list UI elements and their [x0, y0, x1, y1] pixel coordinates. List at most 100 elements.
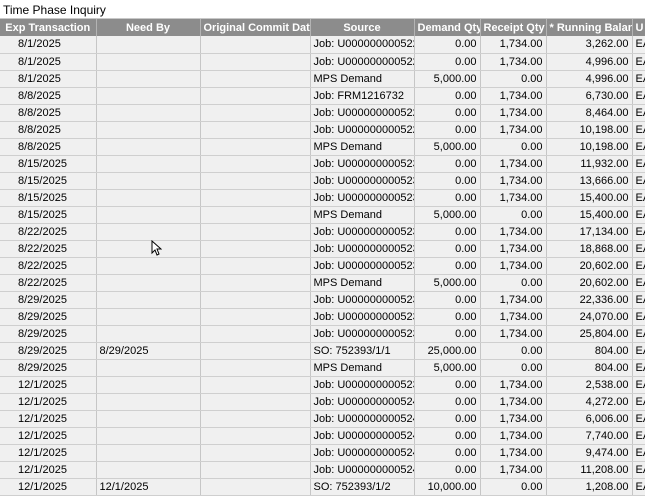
cell-need-by[interactable] [96, 410, 201, 428]
cell-original-commit-date[interactable] [200, 478, 311, 496]
cell-source[interactable]: Job: U0000000005231 [310, 172, 415, 190]
cell-demand-qty[interactable]: 5,000.00 [414, 359, 481, 377]
cell-exp-transaction[interactable]: 8/22/2025 [0, 257, 97, 275]
cell-uom[interactable]: EA [632, 138, 645, 156]
cell-need-by[interactable] [96, 444, 201, 462]
table-row[interactable]: 12/1/2025 Job: U0000000005243 0.00 1,734.00… [0, 444, 645, 462]
cell-original-commit-date[interactable] [200, 70, 311, 88]
cell-receipt-qty[interactable]: 1,734.00 [480, 461, 547, 479]
table-row[interactable]: 8/1/2025 Job: U0000000005226 0.00 1,734.00 3… [0, 36, 645, 54]
cell-original-commit-date[interactable] [200, 393, 311, 411]
cell-need-by[interactable]: 12/1/2025 [96, 478, 201, 496]
cell-demand-qty[interactable]: 0.00 [414, 53, 481, 71]
cell-need-by[interactable] [96, 155, 201, 173]
table-row[interactable]: 12/1/2025 Job: U0000000005240 0.00 1,734.00… [0, 393, 645, 411]
cell-source[interactable]: Job: U0000000005228 [310, 104, 415, 122]
cell-receipt-qty[interactable]: 1,734.00 [480, 87, 547, 105]
cell-need-by[interactable] [96, 257, 201, 275]
cell-uom[interactable]: EA [632, 291, 645, 309]
cell-source[interactable]: MPS Demand [310, 138, 415, 156]
cell-source[interactable]: Job: U0000000005237 [310, 308, 415, 326]
cell-running-balance[interactable]: 15,400.00 [546, 189, 633, 207]
cell-original-commit-date[interactable] [200, 121, 311, 139]
cell-demand-qty[interactable]: 0.00 [414, 155, 481, 173]
cell-original-commit-date[interactable] [200, 257, 311, 275]
cell-original-commit-date[interactable] [200, 308, 311, 326]
cell-receipt-qty[interactable]: 1,734.00 [480, 308, 547, 326]
cell-running-balance[interactable]: 9,474.00 [546, 444, 633, 462]
cell-need-by[interactable] [96, 393, 201, 411]
cell-exp-transaction[interactable]: 8/8/2025 [0, 87, 97, 105]
cell-exp-transaction[interactable]: 8/8/2025 [0, 138, 97, 156]
cell-need-by[interactable] [96, 461, 201, 479]
cell-exp-transaction[interactable]: 12/1/2025 [0, 427, 97, 445]
cell-running-balance[interactable]: 17,134.00 [546, 223, 633, 241]
cell-running-balance[interactable]: 7,740.00 [546, 427, 633, 445]
cell-uom[interactable]: EA [632, 444, 645, 462]
cell-receipt-qty[interactable]: 1,734.00 [480, 325, 547, 343]
cell-demand-qty[interactable]: 0.00 [414, 172, 481, 190]
cell-original-commit-date[interactable] [200, 87, 311, 105]
cell-exp-transaction[interactable]: 8/15/2025 [0, 206, 97, 224]
cell-demand-qty[interactable]: 0.00 [414, 393, 481, 411]
cell-receipt-qty[interactable]: 1,734.00 [480, 155, 547, 173]
cell-source[interactable]: Job: U0000000005239 [310, 376, 415, 394]
cell-original-commit-date[interactable] [200, 189, 311, 207]
cell-exp-transaction[interactable]: 8/8/2025 [0, 104, 97, 122]
cell-uom[interactable]: EA [632, 393, 645, 411]
cell-source[interactable]: SO: 752393/1/2 [310, 478, 415, 496]
cell-exp-transaction[interactable]: 12/1/2025 [0, 393, 97, 411]
cell-receipt-qty[interactable]: 1,734.00 [480, 121, 547, 139]
cell-source[interactable]: MPS Demand [310, 70, 415, 88]
table-row[interactable]: 8/22/2025 Job: U0000000005233 0.00 1,734.00… [0, 223, 645, 241]
cell-receipt-qty[interactable]: 1,734.00 [480, 444, 547, 462]
table-row[interactable]: 8/15/2025 Job: U0000000005230 0.00 1,734.00… [0, 155, 645, 173]
cell-receipt-qty[interactable]: 0.00 [480, 206, 547, 224]
table-row[interactable]: 8/29/2025 MPS Demand5,000.000.00804.00EA [0, 359, 645, 377]
cell-receipt-qty[interactable]: 1,734.00 [480, 291, 547, 309]
cell-original-commit-date[interactable] [200, 444, 311, 462]
cell-receipt-qty[interactable]: 1,734.00 [480, 376, 547, 394]
cell-original-commit-date[interactable] [200, 325, 311, 343]
cell-need-by[interactable] [96, 53, 201, 71]
cell-exp-transaction[interactable]: 8/29/2025 [0, 308, 97, 326]
cell-uom[interactable]: EA [632, 274, 645, 292]
cell-source[interactable]: Job: FRM1216732 [310, 87, 415, 105]
cell-original-commit-date[interactable] [200, 36, 311, 54]
cell-demand-qty[interactable]: 0.00 [414, 461, 481, 479]
cell-running-balance[interactable]: 11,932.00 [546, 155, 633, 173]
cell-source[interactable]: Job: U0000000005229 [310, 121, 415, 139]
cell-demand-qty[interactable]: 0.00 [414, 291, 481, 309]
cell-exp-transaction[interactable]: 8/29/2025 [0, 291, 97, 309]
table-row[interactable]: 8/8/2025 Job: FRM1216732 0.00 1,734.00 6,730… [0, 87, 645, 105]
cell-running-balance[interactable]: 4,272.00 [546, 393, 633, 411]
cell-need-by[interactable] [96, 121, 201, 139]
cell-exp-transaction[interactable]: 8/1/2025 [0, 53, 97, 71]
cell-need-by[interactable] [96, 87, 201, 105]
cell-uom[interactable]: EA [632, 478, 645, 496]
cell-running-balance[interactable]: 3,262.00 [546, 36, 633, 54]
cell-receipt-qty[interactable]: 1,734.00 [480, 240, 547, 258]
cell-original-commit-date[interactable] [200, 342, 311, 360]
cell-exp-transaction[interactable]: 8/15/2025 [0, 155, 97, 173]
cell-exp-transaction[interactable]: 12/1/2025 [0, 410, 97, 428]
cell-source[interactable]: MPS Demand [310, 274, 415, 292]
cell-receipt-qty[interactable]: 0.00 [480, 274, 547, 292]
table-row[interactable]: 8/15/2025 MPS Demand 5,000.00 0.00 15,400.00… [0, 206, 645, 224]
cell-demand-qty[interactable]: 0.00 [414, 189, 481, 207]
cell-original-commit-date[interactable] [200, 138, 311, 156]
cell-uom[interactable]: EA [632, 461, 645, 479]
cell-receipt-qty[interactable]: 1,734.00 [480, 223, 547, 241]
cell-original-commit-date[interactable] [200, 410, 311, 428]
cell-source[interactable]: Job: U0000000005234 [310, 240, 415, 258]
cell-source[interactable]: Job: U0000000005230 [310, 155, 415, 173]
cell-need-by[interactable] [96, 36, 201, 54]
cell-uom[interactable]: EA [632, 376, 645, 394]
cell-source[interactable]: Job: U0000000005242 [310, 427, 415, 445]
cell-uom[interactable]: EA [632, 121, 645, 139]
cell-uom[interactable]: EA [632, 410, 645, 428]
table-row[interactable]: 8/1/2025 MPS Demand5,000.000.004,996.00EA [0, 70, 645, 88]
cell-need-by[interactable] [96, 104, 201, 122]
cell-original-commit-date[interactable] [200, 206, 311, 224]
column-header-running-balance[interactable]: * Running Balance [546, 19, 633, 36]
